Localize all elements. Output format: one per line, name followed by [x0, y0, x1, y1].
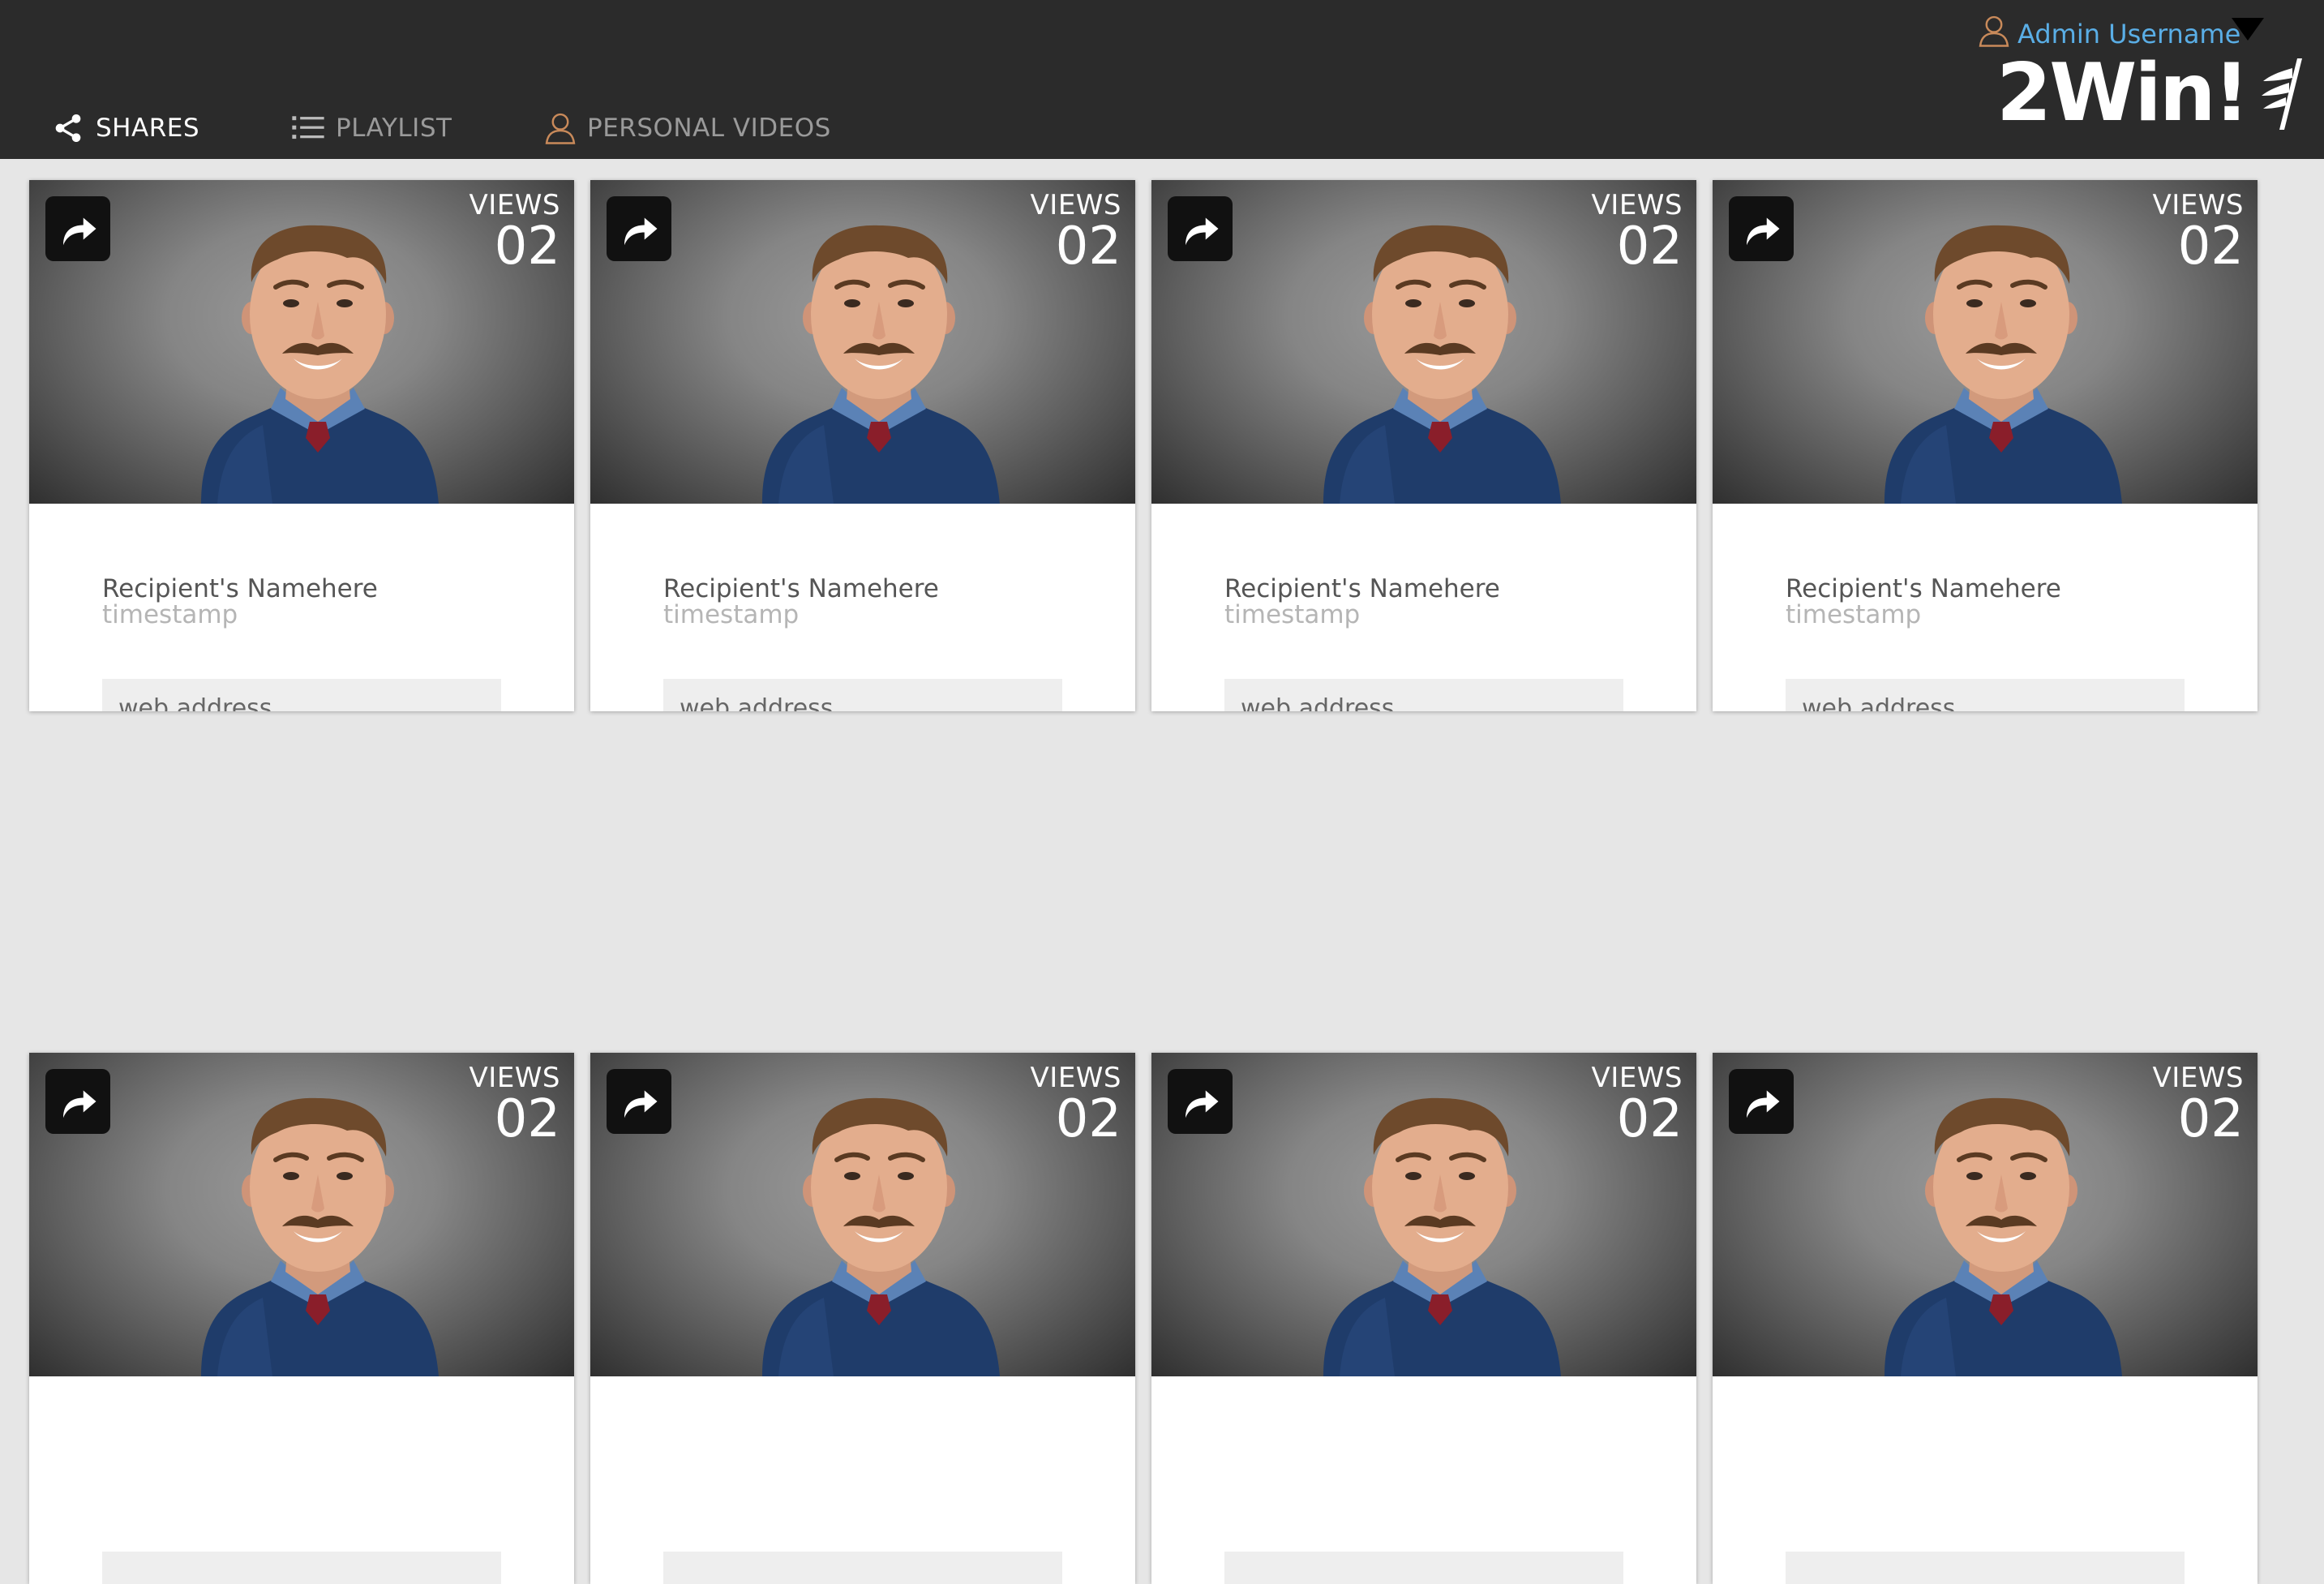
share-card: VIEWS 02: [1151, 1053, 1696, 1584]
views-label: VIEWS: [2152, 1062, 2244, 1094]
share-button[interactable]: [1729, 1069, 1794, 1134]
share-card: VIEWS 02 Recipient's Namehere timestamp …: [590, 180, 1135, 711]
share-card: VIEWS 02: [590, 1053, 1135, 1584]
share-arrow-icon: [624, 217, 658, 246]
views-counter: VIEWS 02: [2153, 191, 2244, 273]
views-counter: VIEWS 02: [2153, 1064, 2244, 1145]
web-address-field[interactable]: [1224, 679, 1623, 711]
views-counter: VIEWS 02: [470, 191, 560, 273]
views-count: 02: [2177, 1089, 2244, 1149]
recipient-name: Recipient's Namehere: [1224, 574, 1500, 603]
timestamp: timestamp: [102, 600, 238, 629]
recipient-name: Recipient's Namehere: [663, 574, 939, 603]
share-arrow-icon: [624, 1090, 658, 1118]
views-counter: VIEWS 02: [1592, 1064, 1683, 1145]
share-button[interactable]: [45, 1069, 110, 1134]
video-thumbnail[interactable]: VIEWS 02: [29, 180, 574, 504]
video-thumbnail[interactable]: VIEWS 02: [29, 1053, 574, 1376]
share-arrow-icon: [63, 217, 96, 246]
views-label: VIEWS: [2152, 189, 2244, 221]
views-count: 02: [494, 217, 560, 277]
share-arrow-icon: [1747, 1090, 1780, 1118]
web-address-field[interactable]: [102, 679, 501, 711]
timestamp: timestamp: [1786, 600, 1922, 629]
share-arrow-icon: [1186, 217, 1219, 246]
web-address-field[interactable]: [663, 1552, 1062, 1584]
web-address-field[interactable]: [1786, 1552, 2185, 1584]
share-card: VIEWS 02 Recipient's Namehere timestamp …: [1151, 180, 1696, 711]
share-button[interactable]: [1168, 1069, 1233, 1134]
web-address-field[interactable]: [102, 1552, 501, 1584]
share-card: VIEWS 02 Recipient's Namehere timestamp …: [1713, 180, 2258, 711]
shares-grid: VIEWS 02 Recipient's Namehere timestamp …: [0, 0, 2324, 1584]
views-count: 02: [1616, 217, 1683, 277]
web-address-field[interactable]: [663, 679, 1062, 711]
views-count: 02: [494, 1089, 560, 1149]
video-thumbnail[interactable]: VIEWS 02: [1713, 180, 2258, 504]
web-address-field[interactable]: [1224, 1552, 1623, 1584]
recipient-name: Recipient's Namehere: [102, 574, 378, 603]
views-counter: VIEWS 02: [1592, 191, 1683, 273]
web-address-field[interactable]: [1786, 679, 2185, 711]
views-counter: VIEWS 02: [1031, 1064, 1121, 1145]
share-button[interactable]: [45, 196, 110, 261]
share-button[interactable]: [607, 1069, 671, 1134]
video-thumbnail[interactable]: VIEWS 02: [590, 180, 1135, 504]
views-count: 02: [1616, 1089, 1683, 1149]
timestamp: timestamp: [663, 600, 800, 629]
views-label: VIEWS: [469, 189, 560, 221]
share-arrow-icon: [1747, 217, 1780, 246]
share-card: VIEWS 02: [1713, 1053, 2258, 1584]
views-label: VIEWS: [1591, 189, 1683, 221]
video-thumbnail[interactable]: VIEWS 02: [590, 1053, 1135, 1376]
share-card: VIEWS 02: [29, 1053, 574, 1584]
views-counter: VIEWS 02: [1031, 191, 1121, 273]
timestamp: timestamp: [1224, 600, 1361, 629]
views-count: 02: [1055, 217, 1121, 277]
views-label: VIEWS: [1591, 1062, 1683, 1094]
share-button[interactable]: [1168, 196, 1233, 261]
share-button[interactable]: [607, 196, 671, 261]
share-arrow-icon: [1186, 1090, 1219, 1118]
share-button[interactable]: [1729, 196, 1794, 261]
views-label: VIEWS: [1030, 1062, 1121, 1094]
views-counter: VIEWS 02: [470, 1064, 560, 1145]
recipient-name: Recipient's Namehere: [1786, 574, 2061, 603]
views-label: VIEWS: [469, 1062, 560, 1094]
share-card: VIEWS 02 Recipient's Namehere timestamp …: [29, 180, 574, 711]
views-count: 02: [1055, 1089, 1121, 1149]
share-arrow-icon: [63, 1090, 96, 1118]
video-thumbnail[interactable]: VIEWS 02: [1713, 1053, 2258, 1376]
views-label: VIEWS: [1030, 189, 1121, 221]
video-thumbnail[interactable]: VIEWS 02: [1151, 180, 1696, 504]
views-count: 02: [2177, 217, 2244, 277]
video-thumbnail[interactable]: VIEWS 02: [1151, 1053, 1696, 1376]
